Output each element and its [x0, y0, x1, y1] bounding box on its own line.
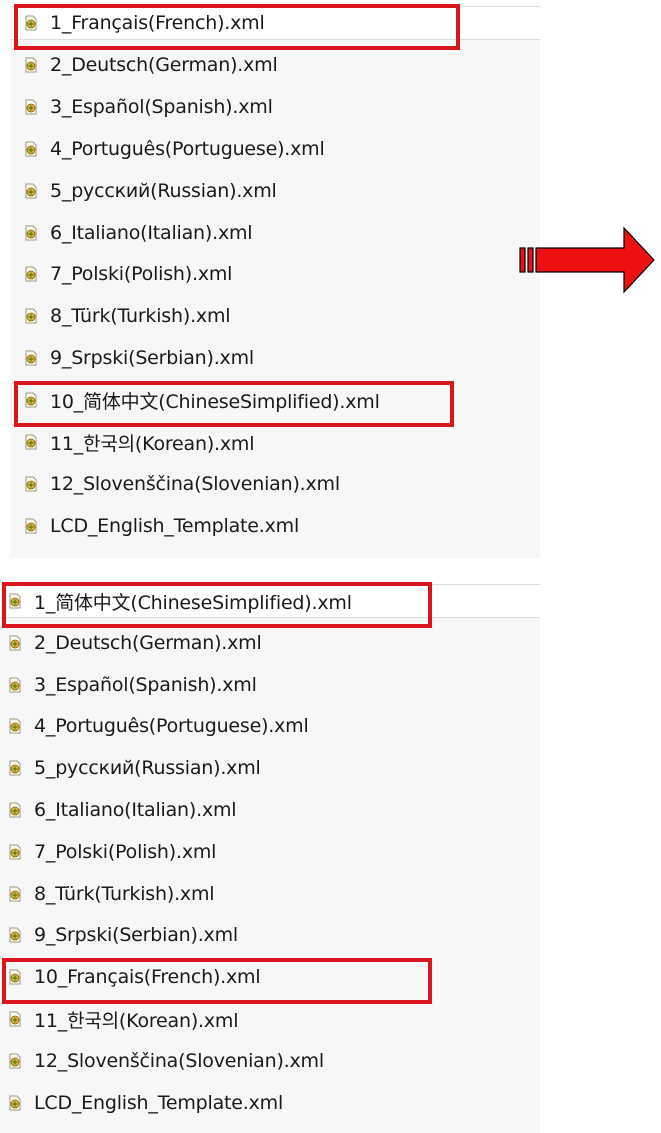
file-list-item[interactable]: 11_한국의(Korean).xml: [10, 425, 540, 459]
file-name-label: 4_Português(Portuguese).xml: [34, 715, 309, 738]
file-list-after: 1_简体中文(ChineseSimplified).xml 2_Deutsch(G…: [0, 582, 540, 1133]
file-name-label: 11_한국의(Korean).xml: [34, 1009, 239, 1032]
file-list-item[interactable]: 1_简体中文(ChineseSimplified).xml: [0, 584, 540, 618]
xml-file-icon: [24, 15, 38, 31]
file-name-label: 8_Türk(Turkish).xml: [50, 305, 231, 328]
file-name-label: 9_Srpski(Serbian).xml: [34, 924, 238, 947]
file-name-label: 2_Deutsch(German).xml: [50, 53, 278, 76]
file-list-item[interactable]: 10_简体中文(ChineseSimplified).xml: [10, 383, 540, 417]
file-list-item[interactable]: 10_Français(French).xml: [0, 960, 540, 994]
xml-file-icon: [8, 802, 22, 818]
file-name-label: 6_Italiano(Italian).xml: [34, 799, 237, 821]
file-name-label: 12_Slovenščina(Slovenian).xml: [34, 1049, 324, 1072]
file-name-label: 3_Español(Spanish).xml: [34, 673, 257, 696]
file-list-item[interactable]: 12_Slovenščina(Slovenian).xml: [10, 467, 540, 501]
file-name-label: 8_Türk(Turkish).xml: [34, 882, 215, 905]
file-name-label: 9_Srpski(Serbian).xml: [50, 347, 254, 370]
file-list-item[interactable]: 2_Deutsch(German).xml: [10, 48, 540, 82]
xml-file-icon: [8, 635, 22, 651]
file-list-item[interactable]: 5_русский(Russian).xml: [0, 751, 540, 785]
file-name-label: 5_русский(Russian).xml: [50, 179, 277, 202]
right-arrow-icon: [519, 226, 655, 294]
file-name-label: 6_Italiano(Italian).xml: [50, 221, 253, 244]
xml-file-icon: [24, 476, 38, 492]
file-list-item[interactable]: 4_Português(Portuguese).xml: [10, 132, 540, 166]
file-list-item[interactable]: 8_Türk(Turkish).xml: [10, 299, 540, 333]
file-list-item[interactable]: 7_Polski(Polish).xml: [0, 835, 540, 869]
xml-file-icon: [24, 57, 38, 73]
xml-file-icon: [24, 308, 38, 324]
xml-file-icon: [8, 969, 22, 985]
file-name-label: 4_Português(Portuguese).xml: [50, 137, 325, 160]
file-list-item[interactable]: 5_русский(Russian).xml: [10, 174, 540, 208]
file-name-label: LCD_English_Template.xml: [34, 1091, 284, 1114]
xml-file-icon: [8, 1095, 22, 1111]
file-list-item[interactable]: 4_Português(Portuguese).xml: [0, 709, 540, 743]
file-name-label: 7_Polski(Polish).xml: [34, 840, 217, 863]
xml-file-icon: [24, 434, 38, 450]
file-list-item[interactable]: 8_Türk(Turkish).xml: [0, 877, 540, 911]
xml-file-icon: [24, 266, 38, 282]
xml-file-icon: [8, 593, 22, 609]
xml-file-icon: [8, 760, 22, 776]
xml-file-icon: [8, 1053, 22, 1069]
xml-file-icon: [8, 886, 22, 902]
file-name-label: 12_Slovenščina(Slovenian).xml: [50, 472, 340, 495]
xml-file-icon: [8, 927, 22, 943]
xml-file-icon: [8, 1011, 22, 1027]
file-name-label: LCD_English_Template.xml: [50, 514, 300, 537]
file-name-label: 10_简体中文(ChineseSimplified).xml: [50, 390, 380, 413]
file-list-item[interactable]: LCD_English_Template.xml: [0, 1086, 540, 1120]
file-list-item[interactable]: 9_Srpski(Serbian).xml: [0, 918, 540, 952]
file-name-label: 11_한국의(Korean).xml: [50, 432, 255, 455]
file-list-item[interactable]: 6_Italiano(Italian).xml: [0, 793, 540, 827]
file-list-item[interactable]: 7_Polski(Polish).xml: [10, 257, 540, 291]
file-name-label: 2_Deutsch(German).xml: [34, 631, 262, 654]
file-list-item[interactable]: 12_Slovenščina(Slovenian).xml: [0, 1044, 540, 1078]
xml-file-icon: [24, 518, 38, 534]
file-name-label: 3_Español(Spanish).xml: [50, 95, 273, 118]
file-list-item[interactable]: 9_Srpski(Serbian).xml: [10, 341, 540, 375]
file-list-item[interactable]: 6_Italiano(Italian).xml: [10, 216, 540, 250]
file-list-item[interactable]: 2_Deutsch(German).xml: [0, 626, 540, 660]
xml-file-icon: [24, 225, 38, 241]
xml-file-icon: [24, 99, 38, 115]
file-list-before: 1_Français(French).xml 2_Deutsch(German).…: [10, 4, 540, 558]
xml-file-icon: [24, 392, 38, 408]
file-list-item[interactable]: 3_Español(Spanish).xml: [0, 668, 540, 702]
xml-file-icon: [24, 141, 38, 157]
file-name-label: 1_Français(French).xml: [50, 12, 265, 34]
xml-file-icon: [8, 718, 22, 734]
xml-file-icon: [8, 844, 22, 860]
file-name-label: 1_简体中文(ChineseSimplified).xml: [34, 591, 352, 614]
file-name-label: 5_русский(Russian).xml: [34, 757, 261, 780]
file-name-label: 7_Polski(Polish).xml: [50, 263, 233, 286]
file-list-item[interactable]: LCD_English_Template.xml: [10, 509, 540, 543]
xml-file-icon: [24, 350, 38, 366]
xml-file-icon: [8, 677, 22, 693]
file-name-label: 10_Français(French).xml: [34, 966, 261, 989]
file-list-item[interactable]: 3_Español(Spanish).xml: [10, 90, 540, 124]
xml-file-icon: [24, 183, 38, 199]
file-list-item[interactable]: 11_한국의(Korean).xml: [0, 1002, 540, 1036]
file-list-item[interactable]: 1_Français(French).xml: [10, 6, 540, 40]
